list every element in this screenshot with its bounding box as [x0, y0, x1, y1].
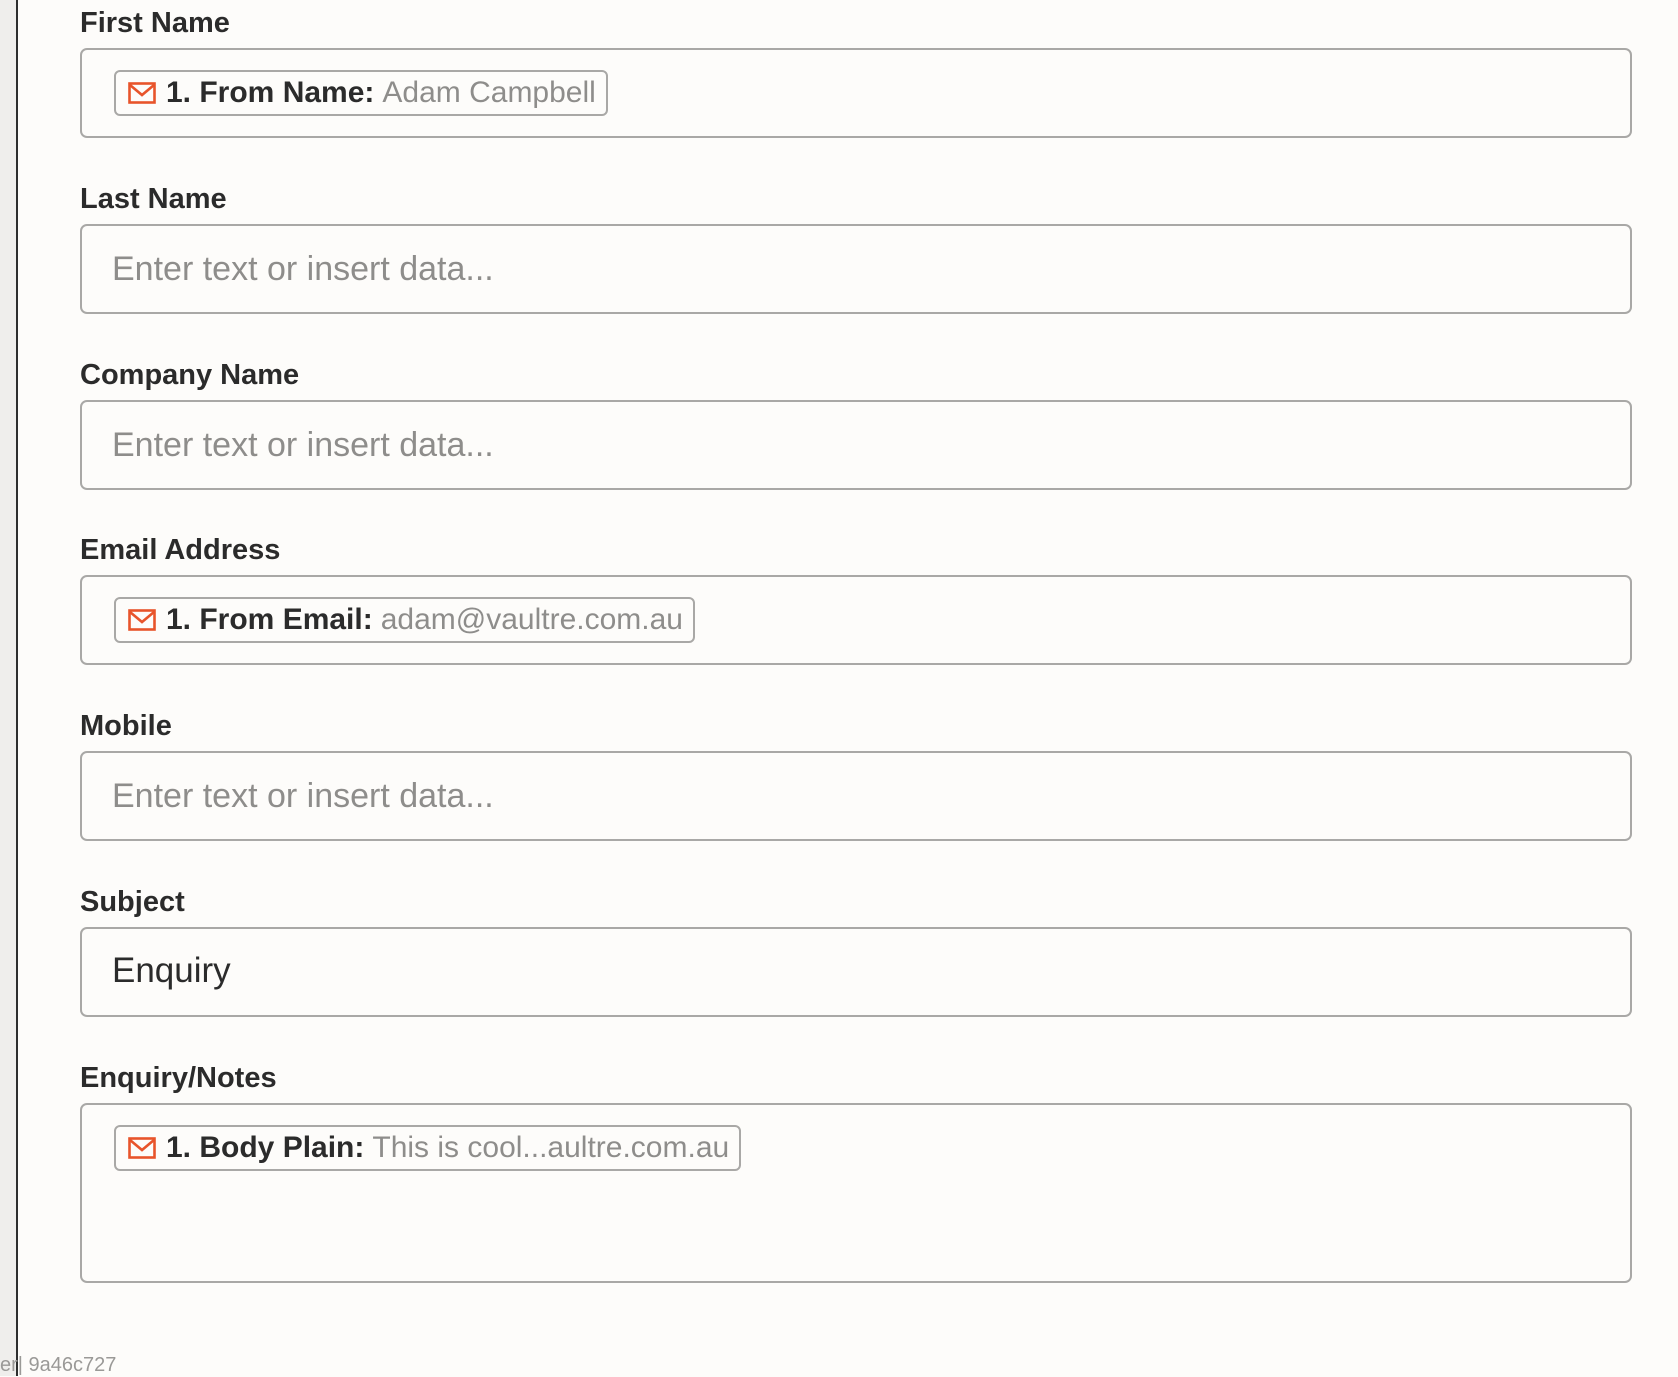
mail-icon — [128, 1137, 156, 1159]
data-token-pill[interactable]: 1. From Name: Adam Campbell — [114, 70, 608, 116]
left-panel-edge — [0, 0, 18, 1376]
data-token-pill[interactable]: 1. Body Plain: This is cool...aultre.com… — [114, 1125, 742, 1171]
enquiry-notes-textarea[interactable]: 1. Body Plain: This is cool...aultre.com… — [80, 1103, 1632, 1283]
first-name-input[interactable]: 1. From Name: Adam Campbell — [80, 48, 1632, 138]
input-placeholder: Enter text or insert data... — [112, 250, 494, 288]
mail-icon — [128, 609, 156, 631]
token-key: 1. From Email: — [166, 603, 373, 636]
input-placeholder: Enter text or insert data... — [112, 777, 494, 815]
token-key: 1. Body Plain: — [166, 1131, 365, 1164]
version-id: er| 9a46c727 — [0, 1354, 117, 1376]
field-label: First Name — [80, 7, 230, 39]
field-last-name: Last Name Enter text or insert data... — [80, 182, 1632, 314]
input-value: Enquiry — [112, 951, 231, 990]
field-label: Last Name — [80, 183, 227, 215]
field-company-name: Company Name Enter text or insert data..… — [80, 358, 1632, 490]
token-value: adam@vaultre.com.au — [380, 603, 683, 636]
data-token-pill[interactable]: 1. From Email: adam@vaultre.com.au — [114, 597, 695, 643]
field-label: Company Name — [80, 359, 300, 391]
token-value: Adam Campbell — [382, 76, 596, 109]
field-label: Email Address — [80, 534, 281, 566]
token-key: 1. From Name: — [166, 76, 375, 109]
email-address-input[interactable]: 1. From Email: adam@vaultre.com.au — [80, 575, 1632, 665]
field-enquiry-notes: Enquiry/Notes 1. Body Plain: This is coo… — [80, 1061, 1632, 1283]
field-mobile: Mobile Enter text or insert data... — [80, 709, 1632, 841]
field-subject: Subject Enquiry — [80, 885, 1632, 1017]
field-email-address: Email Address 1. From Email: adam@vaultr… — [80, 533, 1632, 665]
input-placeholder: Enter text or insert data... — [112, 426, 494, 464]
last-name-input[interactable]: Enter text or insert data... — [80, 224, 1632, 314]
token-value: This is cool...aultre.com.au — [372, 1131, 730, 1164]
field-first-name: First Name 1. From Name: Adam Campbell — [80, 6, 1632, 138]
mobile-input[interactable]: Enter text or insert data... — [80, 751, 1632, 841]
mail-icon — [128, 82, 156, 104]
company-name-input[interactable]: Enter text or insert data... — [80, 400, 1632, 490]
field-label: Mobile — [80, 710, 172, 742]
field-label: Subject — [80, 886, 185, 918]
subject-input[interactable]: Enquiry — [80, 927, 1632, 1017]
field-label: Enquiry/Notes — [80, 1062, 277, 1094]
